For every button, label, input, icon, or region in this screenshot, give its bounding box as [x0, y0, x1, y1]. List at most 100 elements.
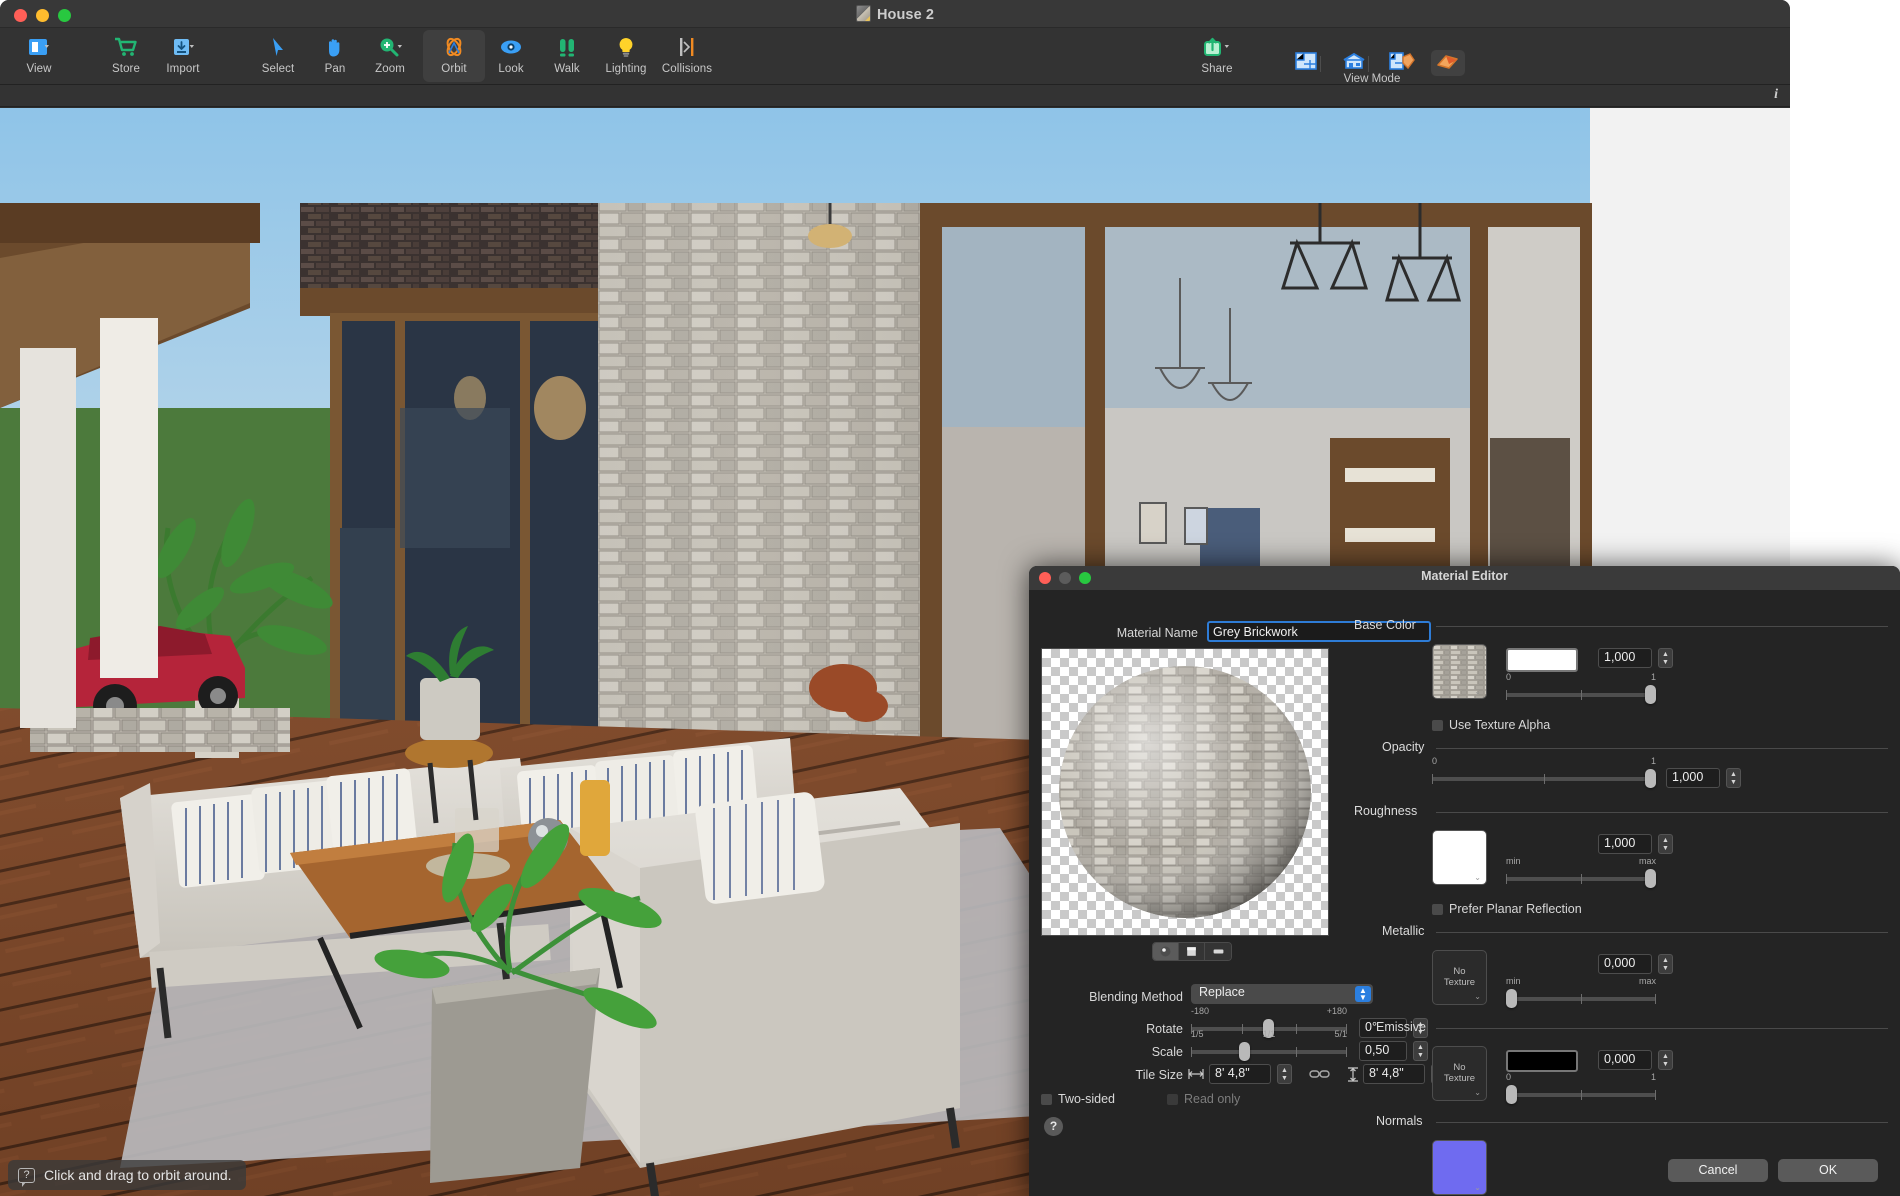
view-mode-label: View Mode [1343, 73, 1401, 85]
two-sided-label: Two-sided [1058, 1092, 1115, 1106]
opacity-value-input[interactable]: 1,000 [1666, 768, 1720, 788]
roughness-value-input[interactable]: 1,000 [1598, 834, 1652, 854]
emissive-max-cap: 1 [1650, 1072, 1656, 1082]
toolbar-item-pan[interactable]: Pan [304, 30, 366, 82]
material-editor-body: Material Name Grey Brickwork Blending Me… [1029, 590, 1900, 1196]
emissive-value-input[interactable]: 0,000 [1598, 1050, 1652, 1070]
material-preview[interactable] [1041, 648, 1329, 936]
emissive-texture-slot[interactable]: No Texture ⌄ [1432, 1046, 1487, 1101]
roughness-texture-thumb[interactable]: ⌄ [1432, 830, 1487, 885]
prefer-planar-reflection-checkbox[interactable]: Prefer Planar Reflection [1432, 902, 1582, 916]
import-icon [152, 34, 214, 60]
base-color-slider[interactable]: 0 1 [1506, 672, 1656, 704]
use-texture-alpha-label: Use Texture Alpha [1449, 718, 1551, 732]
cube-preview-icon[interactable] [1179, 943, 1205, 960]
toolbar-item-import[interactable]: Import [152, 30, 214, 82]
toolbar-item-lighting[interactable]: Lighting [595, 30, 657, 82]
cancel-button[interactable]: Cancel [1668, 1159, 1768, 1182]
opacity-stepper[interactable]: ▲ ▼ [1726, 768, 1741, 788]
material-name-label: Material Name [1116, 626, 1198, 640]
view-mode-render-3d[interactable] [1431, 50, 1465, 76]
material-editor-title: Material Editor [1421, 569, 1508, 583]
prefer-planar-reflection-label: Prefer Planar Reflection [1449, 902, 1582, 916]
toolbar-item-lighting-label: Lighting [605, 63, 647, 75]
eye-icon [480, 34, 542, 60]
roughness-title: Roughness [1354, 804, 1418, 818]
magnifier-icon [359, 34, 421, 60]
toolbar-item-collisions[interactable]: Collisions [656, 30, 718, 82]
emissive-min-cap: 0 [1506, 1072, 1512, 1082]
toolbar-item-orbit[interactable]: Orbit [423, 30, 485, 82]
emissive-color-well[interactable] [1506, 1050, 1578, 1072]
opacity-slider[interactable]: 0 1 [1432, 756, 1656, 788]
emissive-stepper[interactable]: ▲ ▼ [1658, 1050, 1673, 1070]
metallic-texture-slot[interactable]: No Texture ⌄ [1432, 950, 1487, 1005]
emissive-slider[interactable]: 0 1 [1506, 1072, 1656, 1104]
window-title-text: House 2 [876, 7, 935, 23]
sphere-preview-icon[interactable] [1153, 943, 1179, 960]
help-button[interactable]: ? [1044, 1117, 1063, 1136]
metallic-track [1506, 994, 1656, 1004]
window-title: House 2 [0, 5, 1790, 23]
opacity-min-cap: 0 [1432, 756, 1438, 766]
toolbar-item-zoom[interactable]: Zoom [359, 30, 421, 82]
emissive-knob[interactable] [1506, 1085, 1517, 1104]
base-color-value-input[interactable]: 1,000 [1598, 648, 1652, 668]
roughness-knob[interactable] [1645, 869, 1656, 888]
base-color-well[interactable] [1506, 648, 1578, 672]
toolbar-item-select[interactable]: Select [247, 30, 309, 82]
toolbar-item-pan-label: Pan [324, 63, 346, 75]
metallic-stepper[interactable]: ▲ ▼ [1658, 954, 1673, 974]
view-mode-divider-2 [1368, 56, 1369, 72]
orbit-icon [423, 34, 485, 60]
metallic-section-header: Metallic [1354, 924, 1888, 940]
metallic-knob[interactable] [1506, 989, 1517, 1008]
roughness-slider[interactable]: min max [1506, 856, 1656, 888]
toolbar-item-view[interactable]: View [8, 30, 70, 82]
toolbar-item-walk[interactable]: Walk [536, 30, 598, 82]
scale-min-cap: 1/5 [1191, 1029, 1204, 1039]
roughness-stepper[interactable]: ▲ ▼ [1658, 834, 1673, 854]
toolbar-item-store[interactable]: Store [95, 30, 157, 82]
rotate-min-cap: -180 [1191, 1006, 1210, 1016]
toolbar-item-walk-label: Walk [554, 63, 580, 75]
scale-label: Scale [1151, 1045, 1183, 1059]
normals-texture-thumb[interactable]: ⌄ [1432, 1140, 1487, 1195]
tile-width-stepper[interactable]: ▲ ▼ [1277, 1064, 1292, 1084]
base-color-texture-thumb[interactable]: ⌄ [1432, 644, 1487, 699]
base-color-title: Base Color [1354, 618, 1416, 632]
toolbar-item-share[interactable]: Share [1182, 30, 1252, 82]
toolbar-item-look[interactable]: Look [480, 30, 542, 82]
base-color-stepper[interactable]: ▲ ▼ [1658, 648, 1673, 668]
base-color-knob[interactable] [1645, 685, 1656, 704]
base-color-min-cap: 0 [1506, 672, 1512, 682]
preview-shape-toggle[interactable] [1152, 942, 1232, 961]
material-editor-titlebar: Material Editor [1029, 566, 1900, 590]
normals-section-header: Normals [1354, 1114, 1888, 1130]
metallic-title: Metallic [1382, 924, 1425, 938]
blending-method-select[interactable]: Replace ▲ ▼ [1191, 984, 1373, 1004]
metallic-slider[interactable]: min max [1506, 976, 1656, 1008]
ok-button[interactable]: OK [1778, 1159, 1878, 1182]
scale-slider[interactable]: 1/5 1/1 5/1 [1191, 1029, 1347, 1061]
emissive-section-header: Emissive [1354, 1020, 1888, 1036]
two-sided-checkbox[interactable]: Two-sided [1041, 1092, 1115, 1106]
plan-3d-icon [1389, 51, 1415, 75]
rotate-label: Rotate [1146, 1022, 1183, 1036]
view-mode-divider-1 [1320, 56, 1321, 72]
metallic-min-cap: min [1506, 976, 1521, 986]
plane-preview-icon[interactable] [1205, 943, 1231, 960]
use-texture-alpha-checkbox[interactable]: Use Texture Alpha [1432, 718, 1550, 732]
scale-knob[interactable] [1239, 1042, 1250, 1061]
link-icon[interactable] [1309, 1068, 1331, 1083]
metallic-value-input[interactable]: 0,000 [1598, 954, 1652, 974]
info-icon[interactable]: i [1774, 87, 1778, 103]
opacity-knob[interactable] [1645, 769, 1656, 788]
read-only-checkbox: Read only [1167, 1092, 1240, 1106]
read-only-box [1167, 1093, 1178, 1105]
roughness-section-header: Roughness [1354, 804, 1888, 820]
use-texture-alpha-box [1432, 719, 1443, 731]
tile-width-input[interactable]: 8' 4,8" [1209, 1064, 1271, 1084]
document-icon [855, 5, 871, 22]
cart-icon [95, 34, 157, 60]
